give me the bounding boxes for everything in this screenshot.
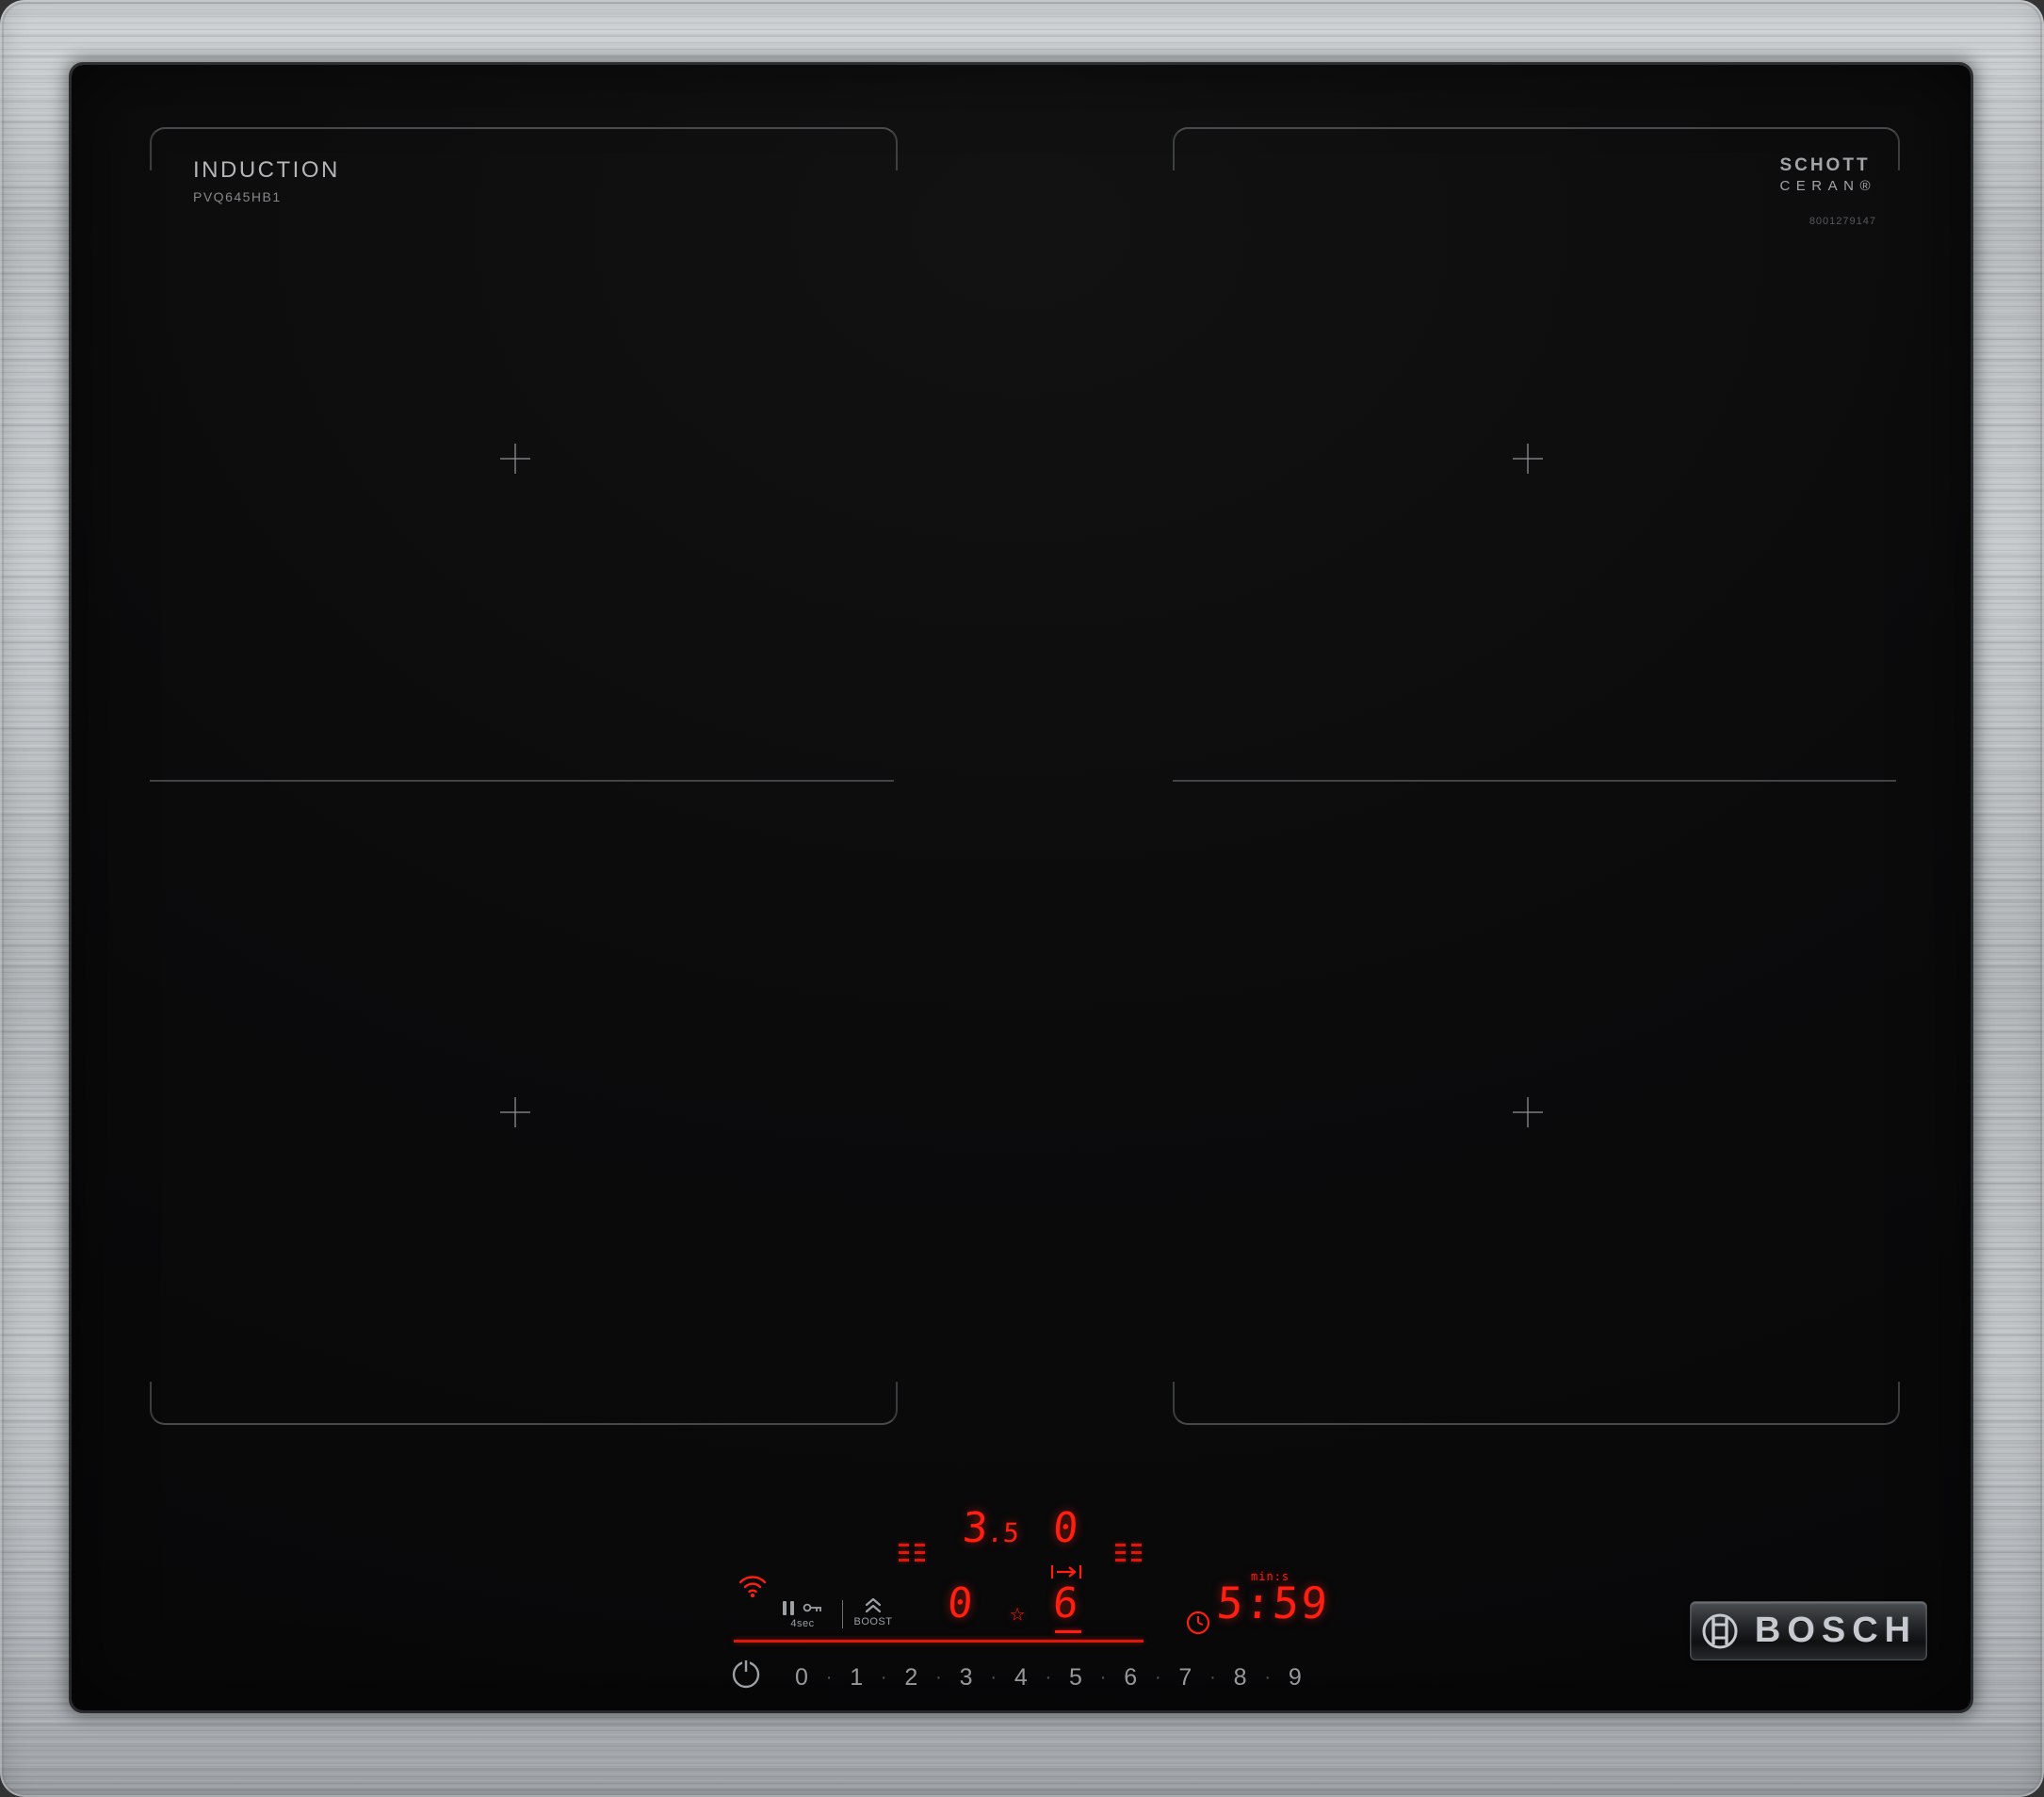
- power-button[interactable]: [729, 1657, 763, 1691]
- model-number: PVQ645HB1: [193, 189, 282, 204]
- wifi-icon[interactable]: [737, 1572, 769, 1598]
- slider-level-9[interactable]: 9: [1289, 1664, 1302, 1692]
- slider-level-5[interactable]: 5: [1069, 1664, 1082, 1692]
- slider-level-0[interactable]: 0: [795, 1664, 808, 1692]
- slider-level-7[interactable]: 7: [1178, 1664, 1192, 1692]
- boost-label: BOOST: [853, 1616, 893, 1627]
- bridge-zones-icon[interactable]: [1049, 1564, 1083, 1579]
- display-rear-left-main: 3: [961, 1504, 990, 1552]
- power-level-slider[interactable]: 0 · 1 · 2 · 3 · 4 · 5 · 6 · 7 · 8 · 9: [795, 1664, 1302, 1692]
- boost-button[interactable]: BOOST: [852, 1596, 895, 1627]
- slider-separator: ·: [935, 1667, 942, 1688]
- bosch-anchor-icon: [1702, 1613, 1738, 1648]
- bosch-logo-text: BOSCH: [1754, 1611, 1918, 1650]
- timer-clock-icon[interactable]: [1185, 1610, 1211, 1636]
- slider-level-4[interactable]: 4: [1014, 1664, 1028, 1692]
- glass-part-number: 8001279147: [1809, 216, 1876, 227]
- pause-icon: [782, 1600, 823, 1615]
- slider-separator: ·: [1154, 1667, 1161, 1688]
- zone-center-cross-rear-right: [1513, 444, 1543, 474]
- display-rear-left: 3.5: [961, 1504, 1021, 1552]
- glass-surface: INDUCTION PVQ645HB1 SCHOTT CERAN® 800127…: [72, 65, 1971, 1710]
- control-panel-red-line: [734, 1640, 1144, 1643]
- boost-chevrons-icon: [865, 1597, 882, 1613]
- slider-level-6[interactable]: 6: [1124, 1664, 1137, 1692]
- zone-divider-left: [150, 780, 894, 782]
- slider-level-8[interactable]: 8: [1234, 1664, 1247, 1692]
- slider-separator: ·: [1264, 1667, 1272, 1688]
- zone-outline-front-left: [150, 1382, 898, 1425]
- slider-level-2[interactable]: 2: [904, 1664, 917, 1692]
- zone-select-right-icon[interactable]: [1115, 1544, 1142, 1562]
- display-front-right: 6: [1051, 1579, 1080, 1627]
- schott-logo-line1: SCHOTT: [1779, 155, 1871, 175]
- pause-lock-button[interactable]: 4sec: [776, 1600, 829, 1629]
- display-front-left: 0: [946, 1579, 975, 1627]
- pause-lock-hold-label: 4sec: [790, 1618, 815, 1629]
- induction-type-label: INDUCTION: [193, 157, 340, 183]
- control-separator: [842, 1600, 843, 1628]
- selected-zone-underline: [1055, 1630, 1081, 1633]
- zone-outline-front-right: [1173, 1382, 1900, 1425]
- zone-center-cross-front-left: [500, 1097, 530, 1127]
- zone-select-left-icon[interactable]: [899, 1544, 925, 1562]
- slider-separator: ·: [990, 1667, 997, 1688]
- slider-separator: ·: [880, 1667, 887, 1688]
- slider-separator: ·: [1045, 1667, 1052, 1688]
- key-icon: [803, 1603, 821, 1612]
- zone-center-cross-rear-left: [500, 444, 530, 474]
- schott-ceran-logo: SCHOTT CERAN®: [1779, 155, 1876, 194]
- bosch-logo-badge: BOSCH: [1690, 1601, 1927, 1660]
- display-rear-left-frac: .5: [986, 1517, 1021, 1548]
- schott-logo-line2: CERAN®: [1779, 178, 1876, 194]
- slider-separator: ·: [1209, 1667, 1216, 1688]
- slider-level-3[interactable]: 3: [960, 1664, 973, 1692]
- slider-separator: ·: [1099, 1667, 1107, 1688]
- display-rear-right: 0: [1051, 1504, 1080, 1552]
- induction-hob: INDUCTION PVQ645HB1 SCHOTT CERAN® 800127…: [0, 0, 2044, 1797]
- timer-display: 5:59: [1215, 1578, 1331, 1628]
- zone-center-cross-front-right: [1513, 1097, 1543, 1127]
- favorite-star-icon[interactable]: ☆: [1010, 1600, 1025, 1626]
- zone-divider-right: [1173, 780, 1896, 782]
- slider-level-1[interactable]: 1: [850, 1664, 863, 1692]
- slider-separator: ·: [825, 1667, 833, 1688]
